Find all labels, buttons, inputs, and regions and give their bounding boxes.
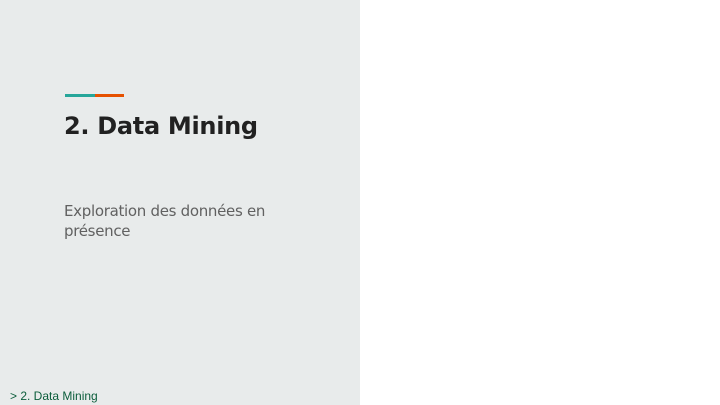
accent-bar-orange	[95, 94, 124, 97]
right-panel	[360, 0, 720, 405]
slide: 2. Data Mining Exploration des données e…	[0, 0, 720, 405]
slide-title: 2. Data Mining	[64, 112, 258, 140]
left-panel: 2. Data Mining Exploration des données e…	[0, 0, 360, 405]
slide-subtitle: Exploration des données en présence	[64, 202, 266, 240]
footer-breadcrumb: > 2. Data Mining	[10, 389, 98, 403]
accent-bar	[65, 94, 124, 97]
accent-bar-teal	[65, 94, 95, 97]
